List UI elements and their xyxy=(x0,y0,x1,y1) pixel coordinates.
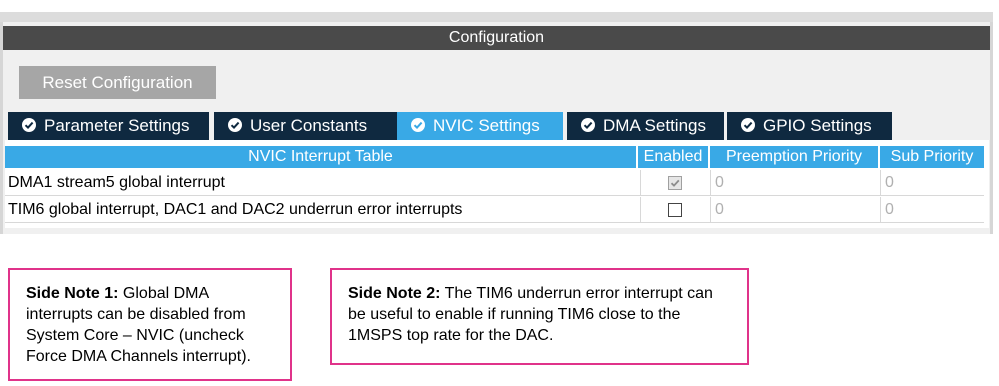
note-heading: Side Note 2: xyxy=(348,285,441,302)
check-circle-icon xyxy=(22,118,36,132)
nvic-interrupt-table: NVIC Interrupt Table Enabled Preemption … xyxy=(5,140,989,228)
table-row[interactable]: DMA1 stream5 global interrupt 0 0 xyxy=(5,170,984,196)
sub-priority-value[interactable]: 0 xyxy=(880,170,984,195)
panel-top-border xyxy=(0,12,993,22)
enabled-cell xyxy=(640,170,710,195)
side-note-2: Side Note 2: The TIM6 underrun error int… xyxy=(330,268,749,365)
column-header-preemption-priority[interactable]: Preemption Priority xyxy=(710,146,880,168)
tab-label: Parameter Settings xyxy=(44,116,190,135)
check-circle-icon xyxy=(741,118,755,132)
side-note-1: Side Note 1: Global DMA interrupts can b… xyxy=(8,268,292,381)
table-header-row: NVIC Interrupt Table Enabled Preemption … xyxy=(5,146,984,168)
tab-label: GPIO Settings xyxy=(763,116,872,135)
check-circle-icon xyxy=(411,118,425,132)
preemption-priority-value[interactable]: 0 xyxy=(710,170,880,195)
tab-label: DMA Settings xyxy=(603,116,706,135)
note-heading: Side Note 1: xyxy=(26,285,119,302)
tab-gpio-settings[interactable]: GPIO Settings xyxy=(727,112,892,140)
tab-parameter-settings[interactable]: Parameter Settings xyxy=(8,112,209,140)
tab-label: NVIC Settings xyxy=(433,116,540,135)
column-header-interrupt[interactable]: NVIC Interrupt Table xyxy=(5,146,638,168)
sub-priority-value[interactable]: 0 xyxy=(880,197,984,222)
preemption-priority-value[interactable]: 0 xyxy=(710,197,880,222)
tab-user-constants[interactable]: User Constants xyxy=(214,112,397,140)
checkmark-icon xyxy=(670,179,680,187)
tab-nvic-settings[interactable]: NVIC Settings xyxy=(397,112,563,140)
enabled-checkbox[interactable] xyxy=(668,203,682,217)
check-circle-icon xyxy=(228,118,242,132)
enabled-checkbox[interactable] xyxy=(668,176,682,190)
table-row[interactable]: TIM6 global interrupt, DAC1 and DAC2 und… xyxy=(5,197,984,223)
tab-label: User Constants xyxy=(250,116,368,135)
interrupt-name: DMA1 stream5 global interrupt xyxy=(8,174,225,191)
reset-configuration-button[interactable]: Reset Configuration xyxy=(19,66,216,99)
check-circle-icon xyxy=(581,118,595,132)
enabled-cell xyxy=(640,197,710,222)
column-header-enabled[interactable]: Enabled xyxy=(638,146,710,168)
column-header-sub-priority[interactable]: Sub Priority xyxy=(880,146,984,168)
interrupt-name: TIM6 global interrupt, DAC1 and DAC2 und… xyxy=(8,201,463,218)
configuration-header: Configuration xyxy=(3,26,990,50)
tab-dma-settings[interactable]: DMA Settings xyxy=(567,112,724,140)
